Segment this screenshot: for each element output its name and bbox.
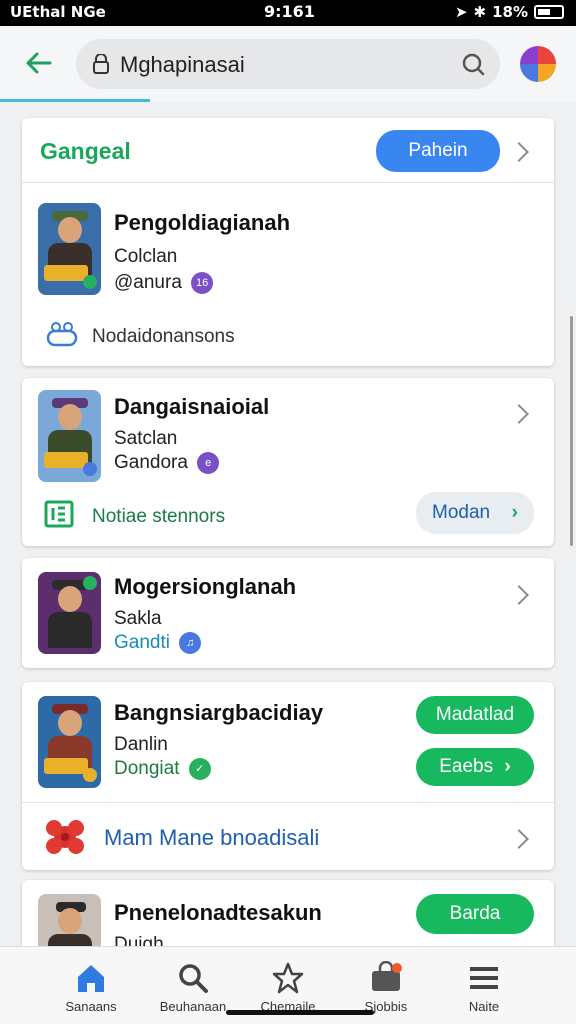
secondary-action-button[interactable]: Eaebs › [416,748,534,786]
page-load-progress [0,99,150,102]
clock: 9:161 [264,2,315,21]
app-card: Bangnsiargbacidiay Danlin Dongiat ✓ Mada… [22,682,554,870]
thumbnail-logo [44,758,88,774]
app-meta-text: @anura [114,272,182,294]
menu-icon [470,967,498,989]
bag-icon [372,961,402,991]
search-icon [179,964,208,993]
nav-item-more[interactable]: Naite [434,947,534,1024]
thumbnail-badge [83,576,97,590]
chevron-right-icon[interactable] [509,404,529,424]
battery-icon [534,5,564,19]
thumbnail-logo [44,265,88,281]
app-developer: Danlin [114,734,168,755]
app-developer: Sakla [114,608,162,629]
app-thumbnail[interactable] [38,390,101,482]
notice-button-label: Modan [432,502,491,523]
app-meta: Gandti ♫ [114,632,202,654]
app-meta-text: Gandora [114,452,188,474]
app-meta: @anura 16 [114,272,214,294]
app-title[interactable]: Pengoldiagianah [114,210,290,236]
nav-item-home[interactable]: Sanaans [41,947,141,1024]
chevron-right-icon: › [504,756,511,777]
app-thumbnail[interactable] [38,572,101,654]
app-title[interactable]: Pnenelonadtesakun [114,900,322,926]
rating-badge: e [197,452,220,474]
app-card: Dangaisnaioial Satclan Gandora e Notiae … [22,378,554,546]
app-developer: Colclan [114,246,178,267]
section-card: Gangeal Pahein Pengoldiagianah Colclan @… [22,118,554,366]
thumbnail-art [58,217,82,243]
app-card: Mogersionglanah Sakla Gandti ♫ [22,558,554,668]
search-bar[interactable]: Mghapinasai [76,39,500,89]
battery-percent: 18% [492,3,528,21]
profile-avatar[interactable] [520,46,556,82]
notice-icon [44,500,74,528]
secondary-action-label: Eaebs [439,756,494,777]
thumbnail-art [58,404,82,430]
back-button[interactable] [22,46,56,80]
link-row-label[interactable]: Notiae stennors [92,506,225,528]
rating-badge: 16 [191,272,214,294]
chevron-right-icon[interactable] [509,585,529,605]
music-badge: ♫ [179,632,202,654]
thumbnail-logo [44,452,88,468]
app-title[interactable]: Dangaisnaioial [114,394,269,420]
thumbnail-art [58,586,82,612]
promo-link[interactable]: Mam Mane bnoadisali [104,825,319,851]
gamepad-icon [46,322,78,347]
nav-label: Naite [468,999,500,1014]
app-thumbnail[interactable] [38,203,101,295]
status-icons: ➤ ✱ 18% [455,3,564,21]
app-title[interactable]: Mogersionglanah [114,574,296,600]
home-indicator [226,1010,374,1015]
thumbnail-art [58,710,82,736]
flower-icon [46,820,84,854]
app-meta-text: Dongiat [114,758,180,780]
thumbnail-badge [83,768,97,782]
thumbnail-art [48,612,92,648]
thumbnail-badge [83,462,97,476]
primary-action-button[interactable]: Madatlad [416,696,534,734]
search-input[interactable]: Mghapinasai [120,52,245,78]
section-title: Gangeal [40,138,131,164]
primary-action-button[interactable]: Barda [416,894,534,934]
app-title[interactable]: Bangnsiargbacidiay [114,700,323,726]
thumbnail-art [58,908,82,934]
divider [22,182,554,183]
search-icon[interactable] [460,51,486,77]
chevron-right-icon[interactable] [509,142,529,162]
section-action-button[interactable]: Pahein [376,130,500,172]
notice-button[interactable]: Modan › [416,492,534,534]
star-icon [272,962,304,994]
divider [22,802,554,803]
scrollbar[interactable] [570,316,573,546]
app-developer: Satclan [114,428,178,449]
home-icon [78,965,104,992]
carrier-label: UEthal NGe [10,3,106,21]
app-thumbnail[interactable] [38,696,101,788]
app-meta: Dongiat ✓ [114,758,211,780]
top-bar: Mghapinasai [0,26,576,102]
link-row-label[interactable]: Nodaidonansons [92,326,235,348]
back-arrow-icon [26,52,52,74]
bluetooth-icon: ✱ [473,3,487,21]
app-meta-text: Gandti [114,632,170,654]
app-meta: Gandora e [114,452,220,474]
thumbnail-badge [83,275,97,289]
status-bar: UEthal NGe 9:161 ➤ ✱ 18% [0,0,576,26]
location-icon: ➤ [454,3,468,21]
lock-icon [93,54,109,74]
nav-label: Sanaans [65,999,117,1014]
chevron-right-icon: › [511,502,518,523]
chevron-right-icon[interactable] [509,829,529,849]
verified-badge: ✓ [188,758,211,780]
